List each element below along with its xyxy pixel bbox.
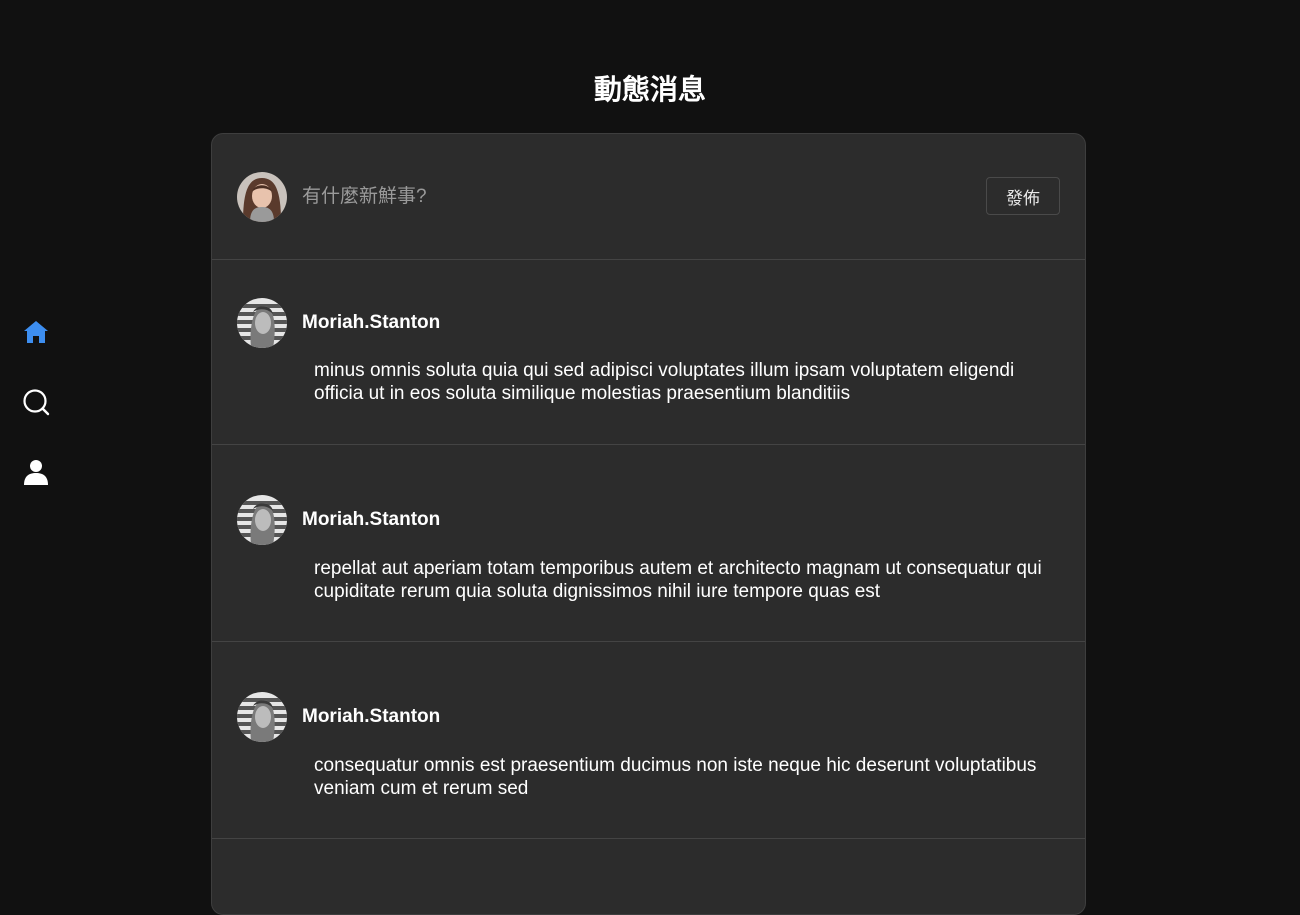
post-item: Moriah.Stanton consequatur omnis est pra… [212, 642, 1085, 839]
post-item: Moriah.Stanton repellat aut aperiam tota… [212, 445, 1085, 642]
post-author-name[interactable]: Moriah.Stanton [302, 509, 440, 531]
post-text: consequatur omnis est praesentium ducimu… [314, 755, 1037, 799]
post-item: Moriah.Stanton minus omnis soluta quia q… [212, 260, 1085, 445]
nav-profile-button[interactable] [16, 452, 56, 492]
post-author-avatar [237, 298, 287, 348]
user-icon [24, 460, 48, 485]
post-author-name[interactable]: Moriah.Stanton [302, 706, 440, 728]
nav-search-button[interactable] [16, 382, 56, 422]
page-title: 動態消息 [593, 74, 706, 105]
post-text: repellat aut aperiam totam temporibus au… [314, 558, 1042, 602]
composer-input[interactable] [302, 184, 962, 210]
publish-button[interactable]: 發佈 [986, 177, 1060, 215]
post-author-name[interactable]: Moriah.Stanton [302, 312, 440, 334]
feed-card: 發佈 Moriah.Stanton minus omnis soluta qui… [211, 133, 1086, 915]
home-icon [24, 321, 48, 343]
post-author-avatar [237, 692, 287, 742]
nav-home-button[interactable] [16, 312, 56, 352]
post-composer: 發佈 [212, 134, 1085, 260]
sidebar-nav [0, 312, 72, 522]
post-author-avatar [237, 495, 287, 545]
search-icon [23, 389, 50, 416]
current-user-avatar [237, 172, 287, 222]
post-text: minus omnis soluta quia qui sed adipisci… [314, 360, 1015, 404]
